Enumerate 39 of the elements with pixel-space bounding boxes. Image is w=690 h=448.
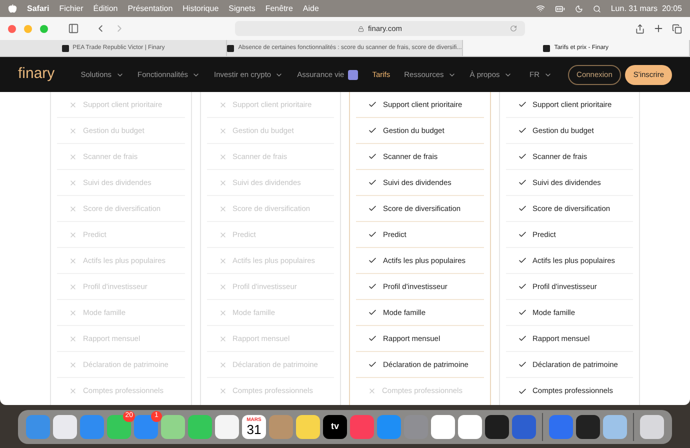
close-button[interactable] bbox=[8, 24, 16, 32]
menu-item[interactable]: Présentation bbox=[128, 2, 173, 14]
dock-divider bbox=[542, 412, 543, 440]
menu-item[interactable]: Aide bbox=[302, 2, 319, 14]
app-icon[interactable] bbox=[458, 414, 482, 438]
tab-overview-icon[interactable] bbox=[672, 24, 682, 34]
menu-item[interactable]: Fenêtre bbox=[265, 2, 293, 14]
search-icon[interactable] bbox=[592, 4, 601, 12]
menu-clock[interactable]: Lun. 31 mars 20:05 bbox=[610, 2, 682, 14]
app-icon[interactable] bbox=[576, 414, 600, 438]
app-icon[interactable] bbox=[215, 414, 239, 438]
menu-item[interactable]: Édition bbox=[93, 2, 118, 14]
zoom-button[interactable] bbox=[40, 24, 48, 32]
app-icon[interactable] bbox=[485, 414, 509, 438]
menu-item[interactable]: Historique bbox=[182, 2, 219, 14]
favicon-icon bbox=[543, 44, 550, 52]
moon-icon[interactable] bbox=[574, 4, 583, 12]
app-icon[interactable]: tv bbox=[323, 414, 347, 438]
favicon-icon bbox=[62, 44, 69, 52]
menu-item[interactable]: Signets bbox=[228, 2, 256, 14]
wifi-icon[interactable] bbox=[536, 4, 545, 13]
minimize-button[interactable] bbox=[24, 24, 32, 32]
calendar-day: 31 bbox=[246, 422, 262, 436]
battery-icon[interactable] bbox=[554, 4, 565, 14]
new-tab-icon[interactable] bbox=[653, 23, 664, 34]
dock-divider bbox=[633, 412, 634, 440]
logo[interactable]: finary bbox=[18, 63, 55, 86]
app-icon[interactable] bbox=[640, 414, 664, 438]
sidebar-icon[interactable] bbox=[68, 23, 79, 34]
menu-item[interactable]: Safari bbox=[27, 2, 50, 14]
app-icon[interactable] bbox=[296, 414, 320, 438]
app-icon[interactable] bbox=[431, 414, 455, 438]
favicon-icon bbox=[227, 44, 234, 52]
app-icon[interactable] bbox=[53, 414, 77, 438]
tv-label: tv bbox=[330, 420, 339, 433]
menu-item[interactable]: Fichier bbox=[59, 2, 84, 14]
share-icon[interactable] bbox=[635, 24, 645, 34]
badge-icon bbox=[348, 70, 358, 80]
apple-icon[interactable] bbox=[8, 4, 17, 13]
